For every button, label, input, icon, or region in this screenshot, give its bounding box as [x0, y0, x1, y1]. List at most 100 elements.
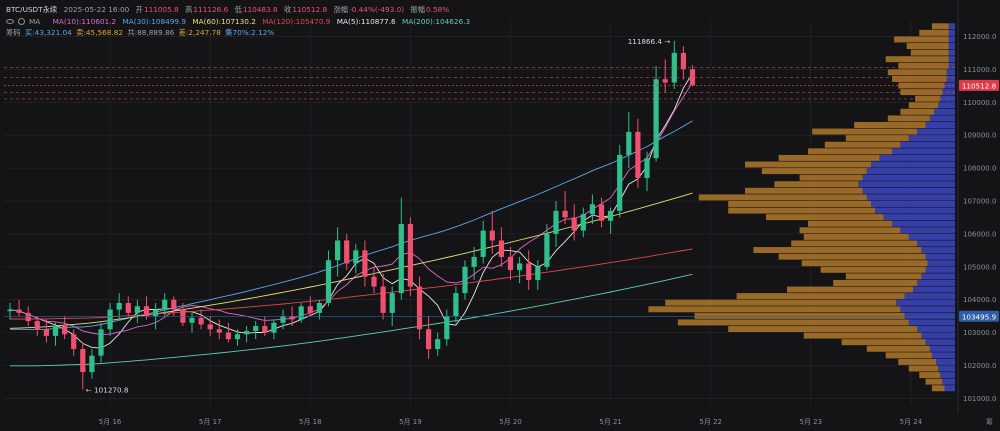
candle-body[interactable]	[571, 217, 577, 231]
x-tick-label: 5月 21	[599, 418, 622, 426]
candle-body[interactable]	[143, 306, 150, 317]
volume-profile-sell-bar	[728, 326, 918, 333]
candle-body[interactable]	[644, 158, 650, 178]
candle-body[interactable]	[225, 332, 231, 340]
volume-profile-buy-bar	[934, 108, 955, 115]
ma10-legend: MA(10):110601.2	[52, 17, 117, 26]
candle-body[interactable]	[544, 233, 550, 267]
candle-body[interactable]	[298, 306, 304, 320]
candle-body[interactable]	[416, 286, 423, 330]
candle-body[interactable]	[489, 230, 495, 241]
candlestick-chart[interactable]: 101000.0 102000.0 103000.0 104000.0 105000.0…	[0, 0, 1000, 431]
x-tick-label: 5月 18	[299, 418, 322, 426]
candle-body[interactable]	[107, 309, 113, 330]
candle-body[interactable]	[680, 52, 686, 70]
candle-body[interactable]	[398, 224, 404, 294]
candle-body[interactable]	[617, 154, 623, 211]
candle-body[interactable]	[562, 210, 568, 218]
chip-indicator-label[interactable]: 筹码	[6, 28, 21, 37]
candle-body[interactable]	[25, 312, 31, 322]
candle-body[interactable]	[71, 334, 77, 350]
candle-body[interactable]	[353, 250, 359, 264]
candle-body[interactable]	[134, 306, 140, 313]
visibility-eye-icon[interactable]	[6, 19, 14, 24]
candle-body[interactable]	[7, 309, 13, 312]
candle-body[interactable]	[635, 131, 641, 178]
candle-body[interactable]	[553, 210, 559, 234]
symbol-label[interactable]: BTC/USDT永续	[6, 5, 57, 14]
datetime-label: 2025-05-22 16:00	[63, 5, 130, 14]
candle-body[interactable]	[116, 302, 122, 310]
y-tick-label: 111000.0	[963, 66, 996, 74]
candle-body[interactable]	[526, 263, 532, 280]
candle-body[interactable]	[462, 266, 468, 294]
candle-body[interactable]	[16, 309, 22, 313]
candle-body[interactable]	[389, 293, 395, 313]
candle-body[interactable]	[171, 299, 177, 310]
candle-body[interactable]	[34, 321, 40, 330]
candle-body[interactable]	[344, 240, 350, 264]
x-tick-label: 5月 16	[99, 418, 122, 426]
candle-body[interactable]	[216, 329, 222, 333]
candle-body[interactable]	[80, 349, 86, 373]
candle-body[interactable]	[125, 302, 131, 313]
candle-body[interactable]	[280, 316, 286, 323]
candle-body[interactable]	[453, 293, 459, 317]
ma-indicator-label[interactable]: MA	[29, 17, 40, 26]
candle-body[interactable]	[589, 204, 595, 215]
volume-profile-buy-bar	[946, 75, 955, 82]
candle-body[interactable]	[535, 266, 541, 280]
candle-body[interactable]	[444, 316, 450, 340]
candle-body[interactable]	[307, 306, 313, 313]
candle-body[interactable]	[189, 317, 195, 323]
candle-body[interactable]	[52, 326, 59, 336]
candle-body[interactable]	[662, 79, 668, 83]
candle-body[interactable]	[507, 256, 514, 271]
candle-body[interactable]	[626, 131, 632, 155]
volume-profile-sell-bar	[787, 286, 913, 293]
candle-body[interactable]	[262, 326, 268, 333]
candle-body[interactable]	[198, 317, 204, 325]
x-tick-label: 5月 24	[900, 418, 923, 426]
volume-profile-buy-bar	[938, 102, 955, 109]
candle-body[interactable]	[271, 322, 277, 333]
ma120-legend: MA(120):105470.9	[262, 17, 331, 26]
candle-body[interactable]	[498, 240, 504, 257]
candle-body[interactable]	[98, 329, 104, 356]
volume-profile-buy-bar	[921, 273, 955, 280]
candle-body[interactable]	[653, 79, 659, 159]
chip-toggle-icon[interactable]: 筹	[986, 417, 993, 426]
volume-profile-sell-bar	[761, 168, 867, 175]
volume-profile-buy-bar	[871, 200, 955, 207]
candle-body[interactable]	[62, 326, 68, 335]
candle-body[interactable]	[435, 339, 441, 350]
candle-body[interactable]	[517, 263, 523, 271]
candle-body[interactable]	[289, 316, 295, 320]
candle-body[interactable]	[43, 329, 49, 336]
volume-profile-sell-bar	[892, 75, 947, 82]
candle-body[interactable]	[608, 210, 614, 221]
candle-body[interactable]	[471, 256, 477, 267]
settings-gear-icon[interactable]	[18, 18, 25, 25]
candle-body[interactable]	[253, 326, 259, 331]
candle-body[interactable]	[325, 260, 332, 303]
volume-profile-sell-bar	[845, 135, 909, 142]
candle-body[interactable]	[162, 299, 168, 310]
candle-body[interactable]	[153, 309, 159, 317]
candle-body[interactable]	[598, 204, 605, 221]
candle-body[interactable]	[480, 230, 486, 257]
candle-body[interactable]	[234, 334, 241, 340]
candle-body[interactable]	[580, 214, 586, 231]
volume-profile-buy-bar	[866, 194, 955, 201]
candle-body[interactable]	[244, 330, 250, 335]
candle-body[interactable]	[316, 302, 322, 313]
candle-body[interactable]	[362, 250, 368, 277]
candle-body[interactable]	[335, 240, 341, 261]
candle-body[interactable]	[407, 224, 413, 287]
candle-body[interactable]	[426, 329, 432, 350]
candle-body[interactable]	[371, 276, 377, 287]
volume-profile-buy-bar	[862, 187, 955, 194]
candle-body[interactable]	[207, 324, 213, 330]
candle-body[interactable]	[89, 355, 95, 373]
candle-body[interactable]	[380, 286, 386, 313]
